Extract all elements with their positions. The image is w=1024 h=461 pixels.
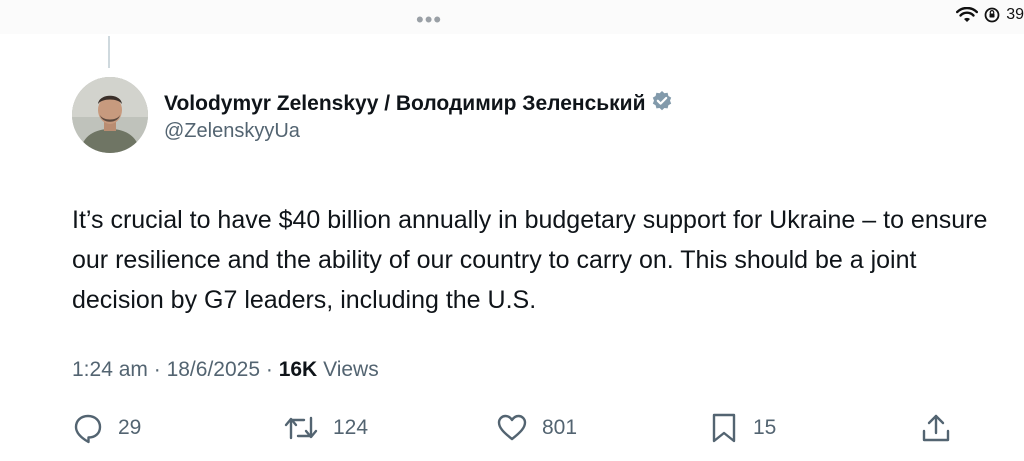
- author-handle[interactable]: @ZelenskyyUa: [164, 120, 300, 143]
- system-status: 39: [956, 6, 1024, 24]
- status-bar: ••• 39: [0, 0, 1024, 34]
- meta-separator: ·: [265, 358, 273, 381]
- orientation-lock-icon: [984, 7, 1000, 23]
- author-row: Volodymyr Zelenskyy / Володимир Зеленськ…: [164, 90, 673, 117]
- tweet-text: It’s crucial to have $40 billion annuall…: [72, 206, 988, 314]
- share-icon: [920, 412, 952, 444]
- like-count: 801: [542, 416, 578, 439]
- repost-icon: [283, 412, 319, 444]
- bookmark-button[interactable]: 15: [709, 412, 776, 444]
- tweet-date[interactable]: 18/6/2025: [167, 358, 260, 381]
- verified-badge-icon[interactable]: [651, 90, 673, 117]
- reply-icon: [72, 412, 104, 444]
- avatar[interactable]: [72, 77, 148, 153]
- bookmark-icon: [709, 412, 739, 444]
- views-count[interactable]: 16K: [279, 358, 318, 381]
- share-button[interactable]: [920, 412, 952, 444]
- bookmark-count: 15: [753, 416, 777, 439]
- wifi-icon: [956, 7, 979, 23]
- heart-icon: [496, 412, 528, 444]
- tweet-meta: 1:24 am · 18/6/2025 · 16K Views: [72, 358, 379, 382]
- like-button[interactable]: 801: [496, 412, 577, 444]
- author-name[interactable]: Volodymyr Zelenskyy / Володимир Зеленськ…: [164, 92, 645, 116]
- repost-button[interactable]: 124: [283, 412, 368, 444]
- action-bar: 29 124 801 15: [0, 412, 1024, 452]
- repost-count: 124: [333, 416, 369, 439]
- reply-button[interactable]: 29: [72, 412, 141, 444]
- battery-level: 39: [1006, 6, 1024, 23]
- tweet-time[interactable]: 1:24 am: [72, 358, 148, 381]
- meta-separator: ·: [153, 358, 161, 381]
- views-label: Views: [323, 358, 379, 381]
- more-options-dots[interactable]: •••: [416, 7, 442, 33]
- thread-connector-line: [108, 36, 110, 68]
- reply-count: 29: [118, 416, 142, 439]
